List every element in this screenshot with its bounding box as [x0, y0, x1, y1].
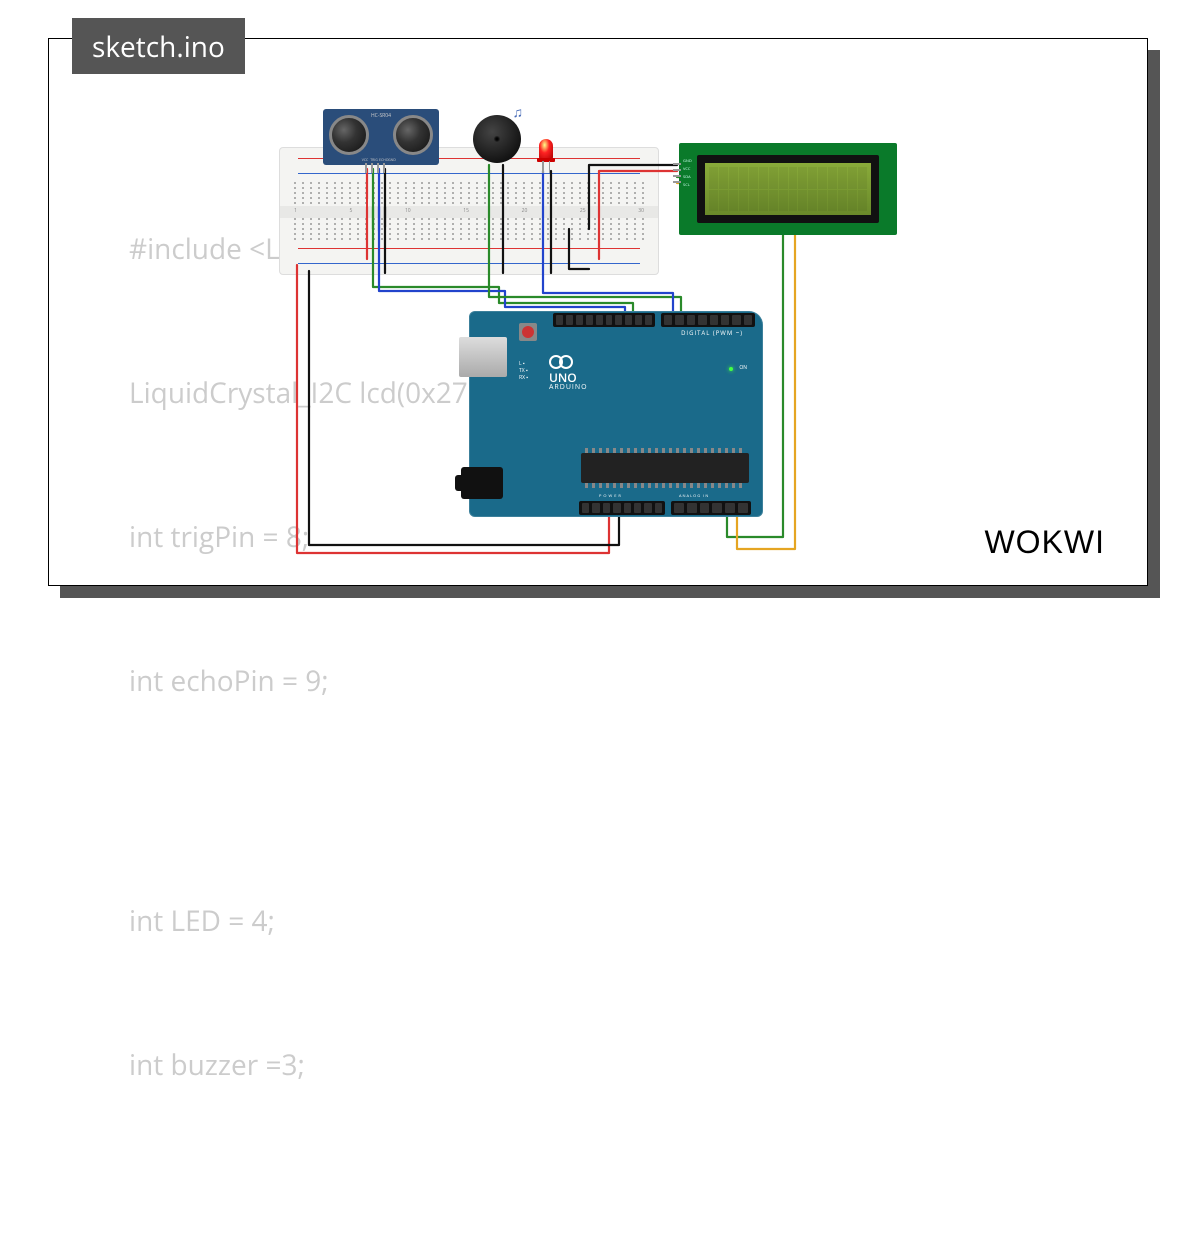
digital-header-left	[553, 313, 655, 327]
circuit-diagram[interactable]: 151015202530 HC-SR04 VCC TRIG ECHO GND	[279, 109, 979, 589]
reset-button[interactable]	[519, 323, 537, 341]
power-jack	[461, 467, 503, 499]
arduino-brand-label: ARDUINO	[549, 383, 588, 392]
analog-header	[671, 501, 751, 515]
on-label: ON	[739, 365, 747, 371]
ultrasonic-transmitter	[329, 115, 369, 155]
bb-ground-rail-bottom	[292, 256, 646, 270]
lcd-i2c-pins	[673, 163, 681, 183]
buzzer[interactable]: ♫	[473, 115, 521, 163]
txrx-labels: L ▪ TX ▪ RX ▪	[519, 361, 528, 382]
code-line: int echoPin = 9;	[129, 657, 546, 705]
buzzer-hole	[494, 136, 500, 142]
arduino-uno[interactable]: UNO ARDUINO DIGITAL (PWM ~) ON L ▪ TX ▪ …	[469, 311, 763, 517]
ultrasonic-sensor[interactable]: HC-SR04 VCC TRIG ECHO GND	[323, 109, 439, 165]
power-header	[579, 501, 665, 515]
card-frame: #include <LiquidCrystal_I2C.h> LiquidCry…	[48, 38, 1148, 586]
digital-section-label: DIGITAL (PWM ~)	[681, 329, 743, 337]
bb-ground-rail-top	[292, 166, 646, 180]
breadboard[interactable]: 151015202530	[279, 147, 659, 275]
bb-terminal-strip-top	[294, 182, 644, 206]
ultrasonic-pins	[365, 163, 385, 173]
lcd-display[interactable]: GND VCC SDA SCL	[679, 143, 897, 235]
lcd-pin-labels: GND VCC SDA SCL	[683, 159, 692, 188]
bb-power-rail-bottom	[292, 242, 646, 256]
wokwi-logo: WOKWI	[984, 524, 1105, 561]
power-led-icon	[729, 367, 733, 371]
music-note-icon: ♫	[513, 103, 524, 122]
analog-section-label: ANALOG IN	[679, 494, 709, 499]
ultrasonic-receiver	[393, 115, 433, 155]
code-line: int buzzer =3;	[129, 1041, 546, 1089]
lcd-screen	[697, 155, 879, 223]
file-tab[interactable]: sketch.ino	[72, 18, 245, 74]
usb-port	[459, 337, 507, 377]
code-line: int LED = 4;	[129, 897, 546, 945]
ultrasonic-model-label: HC-SR04	[371, 113, 391, 119]
bb-center-gap	[280, 206, 658, 218]
led-red[interactable]	[539, 139, 553, 159]
atmega-chip	[581, 453, 749, 483]
bb-terminal-strip-bottom	[294, 218, 644, 242]
digital-header-right	[661, 313, 755, 327]
power-section-label: POWER	[599, 494, 623, 499]
file-tab-label: sketch.ino	[92, 28, 225, 66]
arduino-logo-icon	[549, 355, 573, 367]
